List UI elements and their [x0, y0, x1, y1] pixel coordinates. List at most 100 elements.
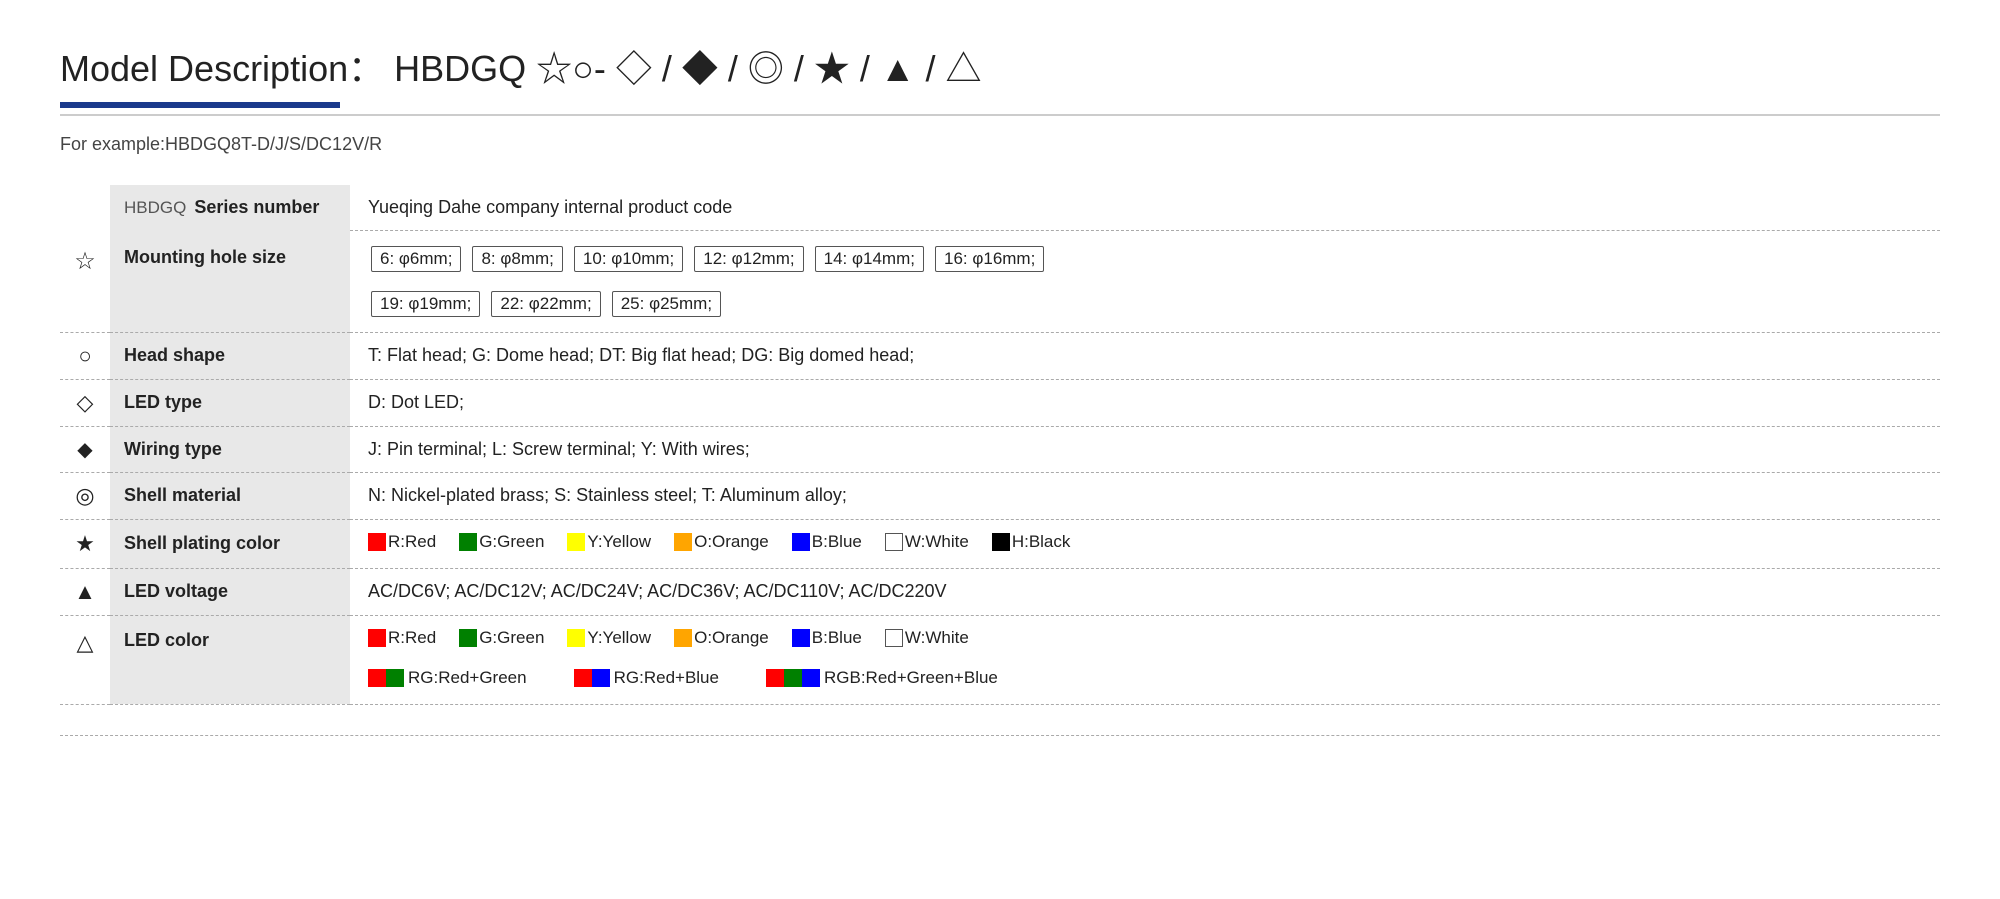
badge-8: 8: φ8mm; [472, 246, 562, 272]
yellow-swatch [567, 533, 585, 551]
led-color-yellow: Y:Yellow [567, 628, 651, 648]
led-color-value-top: R:Red G:Green Y:Yellow O:Orange B:Blue W… [350, 615, 1940, 666]
led-color-label2 [110, 666, 350, 705]
mounting-hole-icon2 [60, 286, 110, 333]
badge-25: 25: φ25mm; [612, 291, 721, 317]
rg-red-swatch [368, 669, 386, 687]
red-swatch [368, 533, 386, 551]
rg-swatch-pair [368, 669, 408, 687]
shell-material-label: Shell material [110, 472, 350, 519]
badge-16: 16: φ16mm; [935, 246, 1044, 272]
wiring-type-row: ◆ Wiring type J: Pin terminal; L: Screw … [60, 426, 1940, 472]
badge-22: 22: φ22mm; [491, 291, 600, 317]
led-color-green: G:Green [459, 628, 544, 648]
led-color-icon2 [60, 666, 110, 705]
led-type-value: D: Dot LED; [350, 379, 1940, 426]
rb-swatch-pair [574, 669, 614, 687]
led-color-value-bot: RG:Red+Green RG:Red+Blue RGB:Red+Green+B… [350, 666, 1940, 705]
shell-material-icon: ◎ [60, 472, 110, 519]
color-red: R:Red [368, 532, 436, 552]
mounting-hole-row-bot: 19: φ19mm; 22: φ22mm; 25: φ25mm; [60, 286, 1940, 333]
model-description-table: HBDGQ Series number Yueqing Dahe company… [60, 185, 1940, 705]
gray-bar [60, 114, 1940, 116]
green-swatch [459, 533, 477, 551]
shell-plating-color-row: ★ Shell plating color R:Red G:Green Y:Ye… [60, 519, 1940, 568]
led-color-label: LED color [110, 615, 350, 666]
led-voltage-label: LED voltage [110, 568, 350, 615]
led-type-icon: ◇ [60, 379, 110, 426]
led-type-row: ◇ LED type D: Dot LED; [60, 379, 1940, 426]
rb-blue-swatch [592, 669, 610, 687]
rgb-red-swatch [766, 669, 784, 687]
led-voltage-value: AC/DC6V; AC/DC12V; AC/DC24V; AC/DC36V; A… [350, 568, 1940, 615]
color-yellow: Y:Yellow [567, 532, 651, 552]
rb-red-swatch [574, 669, 592, 687]
series-label-cell: HBDGQ Series number [110, 185, 350, 231]
led-red-swatch [368, 629, 386, 647]
mounting-hole-label2 [110, 286, 350, 333]
wiring-type-label: Wiring type [110, 426, 350, 472]
shell-plating-icon: ★ [60, 519, 110, 568]
color-blue: B:Blue [792, 532, 862, 552]
led-blue-swatch [792, 629, 810, 647]
shell-material-row: ◎ Shell material N: Nickel-plated brass;… [60, 472, 1940, 519]
white-swatch [885, 533, 903, 551]
led-color-white: W:White [885, 628, 969, 648]
mounting-hole-row-top: ☆ Mounting hole size 6: φ6mm; 8: φ8mm; 1… [60, 231, 1940, 286]
shell-plating-value: R:Red G:Green Y:Yellow O:Orange B:Blue W… [350, 519, 1940, 568]
led-white-swatch [885, 629, 903, 647]
page-title: Model Description： HBDGQ ☆○- ◇ / ◆ / ◎ /… [60, 40, 1940, 92]
color-green: G:Green [459, 532, 544, 552]
led-color-red: R:Red [368, 628, 436, 648]
series-label: Series number [194, 197, 319, 218]
led-voltage-row: ▲ LED voltage AC/DC6V; AC/DC12V; AC/DC24… [60, 568, 1940, 615]
color-white: W:White [885, 532, 969, 552]
black-swatch [992, 533, 1010, 551]
rg-green-swatch [386, 669, 404, 687]
color-black: H:Black [992, 532, 1071, 552]
blue-swatch [792, 533, 810, 551]
series-value: Yueqing Dahe company internal product co… [350, 185, 1940, 231]
led-voltage-icon: ▲ [60, 568, 110, 615]
series-row: HBDGQ Series number Yueqing Dahe company… [60, 185, 1940, 231]
led-color-rgb: RGB:Red+Green+Blue [766, 668, 998, 688]
shell-material-value: N: Nickel-plated brass; S: Stainless ste… [350, 472, 1940, 519]
mounting-hole-label: Mounting hole size [110, 231, 350, 286]
series-icon-cell [60, 185, 110, 231]
rgb-green-swatch [784, 669, 802, 687]
led-green-swatch [459, 629, 477, 647]
rgb-swatch-pair [766, 669, 824, 687]
led-color-row-bot: RG:Red+Green RG:Red+Blue RGB:Red+Green+B… [60, 666, 1940, 705]
rgb-blue-swatch [802, 669, 820, 687]
badge-14: 14: φ14mm; [815, 246, 924, 272]
color-orange: O:Orange [674, 532, 769, 552]
led-color-icon: △ [60, 615, 110, 666]
led-color-blue: B:Blue [792, 628, 862, 648]
head-shape-label: Head shape [110, 332, 350, 379]
led-color-orange: O:Orange [674, 628, 769, 648]
mounting-hole-value-top: 6: φ6mm; 8: φ8mm; 10: φ10mm; 12: φ12mm; … [350, 231, 1940, 286]
blue-bar [60, 102, 340, 108]
wiring-type-icon: ◆ [60, 426, 110, 472]
head-shape-icon: ○ [60, 332, 110, 379]
badge-19: 19: φ19mm; [371, 291, 480, 317]
led-color-rb: RG:Red+Blue [574, 668, 719, 688]
led-color-row-top: △ LED color R:Red G:Green Y:Yellow O:Ora… [60, 615, 1940, 666]
badge-12: 12: φ12mm; [694, 246, 803, 272]
example-text: For example:HBDGQ8T-D/J/S/DC12V/R [60, 134, 1940, 155]
led-yellow-swatch [567, 629, 585, 647]
badge-10: 10: φ10mm; [574, 246, 683, 272]
mounting-hole-icon: ☆ [60, 231, 110, 286]
mounting-hole-value-bot: 19: φ19mm; 22: φ22mm; 25: φ25mm; [350, 286, 1940, 333]
head-shape-value: T: Flat head; G: Dome head; DT: Big flat… [350, 332, 1940, 379]
badge-6: 6: φ6mm; [371, 246, 461, 272]
wiring-type-value: J: Pin terminal; L: Screw terminal; Y: W… [350, 426, 1940, 472]
shell-plating-label: Shell plating color [110, 519, 350, 568]
led-type-label: LED type [110, 379, 350, 426]
led-orange-swatch [674, 629, 692, 647]
series-prefix: HBDGQ [124, 198, 186, 218]
head-shape-row: ○ Head shape T: Flat head; G: Dome head;… [60, 332, 1940, 379]
bottom-divider [60, 735, 1940, 736]
orange-swatch [674, 533, 692, 551]
led-color-rg: RG:Red+Green [368, 668, 527, 688]
